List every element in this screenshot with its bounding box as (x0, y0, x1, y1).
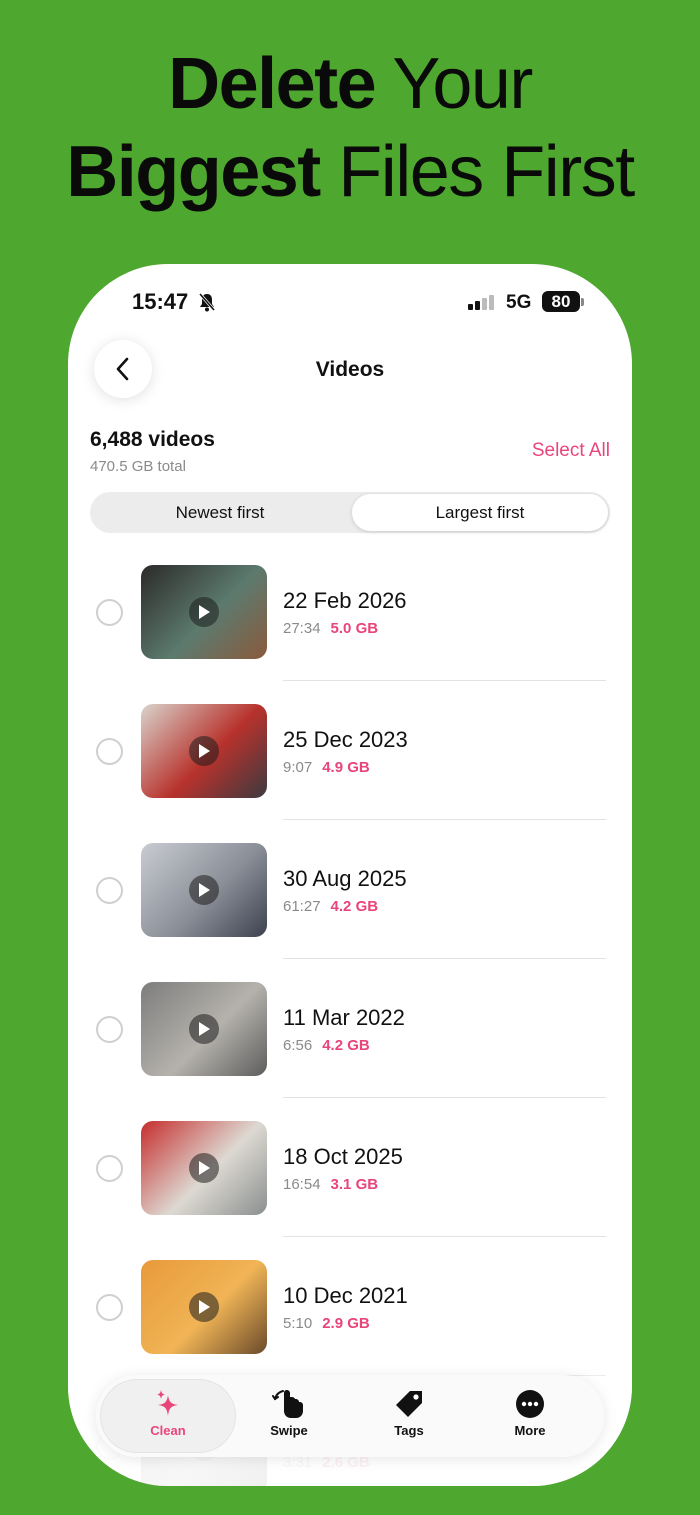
battery-icon: 80 (542, 291, 580, 312)
sparkle-icon (157, 1390, 178, 1416)
tab-swipe-label: Swipe (270, 1423, 308, 1438)
network-type: 5G (506, 292, 532, 313)
video-row[interactable]: 25 Dec 2023 9:07 4.9 GB (68, 703, 632, 842)
video-thumbnail[interactable] (141, 1260, 267, 1354)
headline-bold-1: Delete (168, 44, 377, 124)
status-bar: 15:47 5G 80 (68, 264, 632, 344)
phone-screen: 15:47 5G 80 Videos 6,488 videos 470.5 GB… (68, 264, 632, 1486)
total-size: 470.5 GB total (90, 458, 186, 475)
play-icon (189, 1153, 219, 1183)
row-divider (283, 958, 606, 959)
video-row[interactable]: 22 Feb 2026 27:34 5.0 GB (68, 564, 632, 703)
video-thumbnail[interactable] (141, 843, 267, 937)
video-duration: 16:54 (283, 1176, 321, 1193)
signal-icon (468, 295, 494, 310)
more-dots-icon (516, 1390, 544, 1418)
tab-tags-label: Tags (394, 1423, 424, 1438)
play-icon (189, 875, 219, 905)
video-thumbnail[interactable] (141, 565, 267, 659)
headline-line-2: Biggest Files First (0, 128, 700, 216)
video-row[interactable]: 18 Oct 2025 16:54 3.1 GB (68, 1120, 632, 1259)
headline-light-2: Files First (338, 132, 635, 212)
video-thumbnail[interactable] (141, 1121, 267, 1215)
tab-bar: Clean Swipe Tags More (96, 1375, 604, 1457)
video-size: 4.9 GB (322, 759, 370, 776)
tab-clean-label: Clean (150, 1423, 186, 1438)
row-divider (283, 819, 606, 820)
row-divider (283, 680, 606, 681)
video-thumbnail[interactable] (141, 704, 267, 798)
video-meta: 6:56 4.2 GB (283, 1037, 370, 1054)
select-radio[interactable] (96, 738, 123, 765)
sort-segmented-control: Newest first Largest first (90, 492, 610, 533)
video-row[interactable]: 11 Mar 2022 6:56 4.2 GB (68, 981, 632, 1120)
play-icon (189, 736, 219, 766)
status-time: 15:47 (132, 289, 189, 314)
select-radio[interactable] (96, 1016, 123, 1043)
video-count: 6,488 videos (90, 428, 215, 451)
row-divider (283, 1097, 606, 1098)
video-size: 4.2 GB (322, 1037, 370, 1054)
play-icon (189, 1292, 219, 1322)
select-radio[interactable] (96, 877, 123, 904)
video-meta: 5:10 2.9 GB (283, 1315, 370, 1332)
play-icon (189, 1014, 219, 1044)
sort-newest-first[interactable]: Newest first (92, 494, 348, 531)
sort-largest-first[interactable]: Largest first (352, 494, 608, 531)
video-date: 30 Aug 2025 (283, 866, 407, 891)
tab-more[interactable]: More (480, 1389, 580, 1438)
tab-tags[interactable]: Tags (359, 1389, 459, 1438)
video-meta: 27:34 5.0 GB (283, 620, 378, 637)
row-divider (283, 1236, 606, 1237)
select-radio[interactable] (96, 1294, 123, 1321)
tag-icon (396, 1391, 422, 1417)
video-date: 25 Dec 2023 (283, 727, 408, 752)
video-size: 2.9 GB (322, 1315, 370, 1332)
tab-more-label: More (514, 1423, 546, 1438)
page-title: Videos (315, 358, 385, 381)
tab-clean[interactable]: Clean (118, 1389, 218, 1438)
battery-level: 80 (551, 292, 571, 311)
video-list: 22 Feb 2026 27:34 5.0 GB 25 Dec 2023 9:07 4.9… (68, 564, 632, 1486)
video-duration: 9:07 (283, 759, 313, 776)
video-date: 11 Mar 2022 (283, 1005, 405, 1030)
play-icon (189, 597, 219, 627)
video-size: 5.0 GB (330, 620, 379, 637)
select-radio[interactable] (96, 599, 123, 626)
hand-swipe-icon (272, 1390, 303, 1418)
headline-light-1: Your (392, 44, 533, 124)
video-meta: 16:54 3.1 GB (283, 1176, 378, 1193)
video-size: 3.1 GB (330, 1176, 379, 1193)
tab-swipe[interactable]: Swipe (239, 1389, 339, 1438)
video-duration: 27:34 (283, 620, 321, 637)
select-radio[interactable] (96, 1155, 123, 1182)
muted-bell-icon (198, 293, 216, 312)
video-duration: 5:10 (283, 1315, 313, 1332)
video-meta: 61:27 4.2 GB (283, 898, 378, 915)
video-meta: 9:07 4.9 GB (283, 759, 370, 776)
video-row[interactable]: 30 Aug 2025 61:27 4.2 GB (68, 842, 632, 981)
video-duration: 61:27 (283, 898, 321, 915)
video-date: 10 Dec 2021 (283, 1283, 408, 1308)
video-date: 18 Oct 2025 (283, 1144, 403, 1169)
headline-line-1: Delete Your (0, 40, 700, 128)
headline-bold-2: Biggest (66, 132, 321, 212)
battery-tip (581, 298, 584, 306)
select-all-button[interactable]: Select All (532, 440, 610, 462)
video-duration: 6:56 (283, 1037, 313, 1054)
video-thumbnail[interactable] (141, 982, 267, 1076)
video-size: 4.2 GB (330, 898, 379, 915)
promo-headline: Delete Your Biggest Files First (0, 40, 700, 216)
video-date: 22 Feb 2026 (283, 588, 407, 613)
